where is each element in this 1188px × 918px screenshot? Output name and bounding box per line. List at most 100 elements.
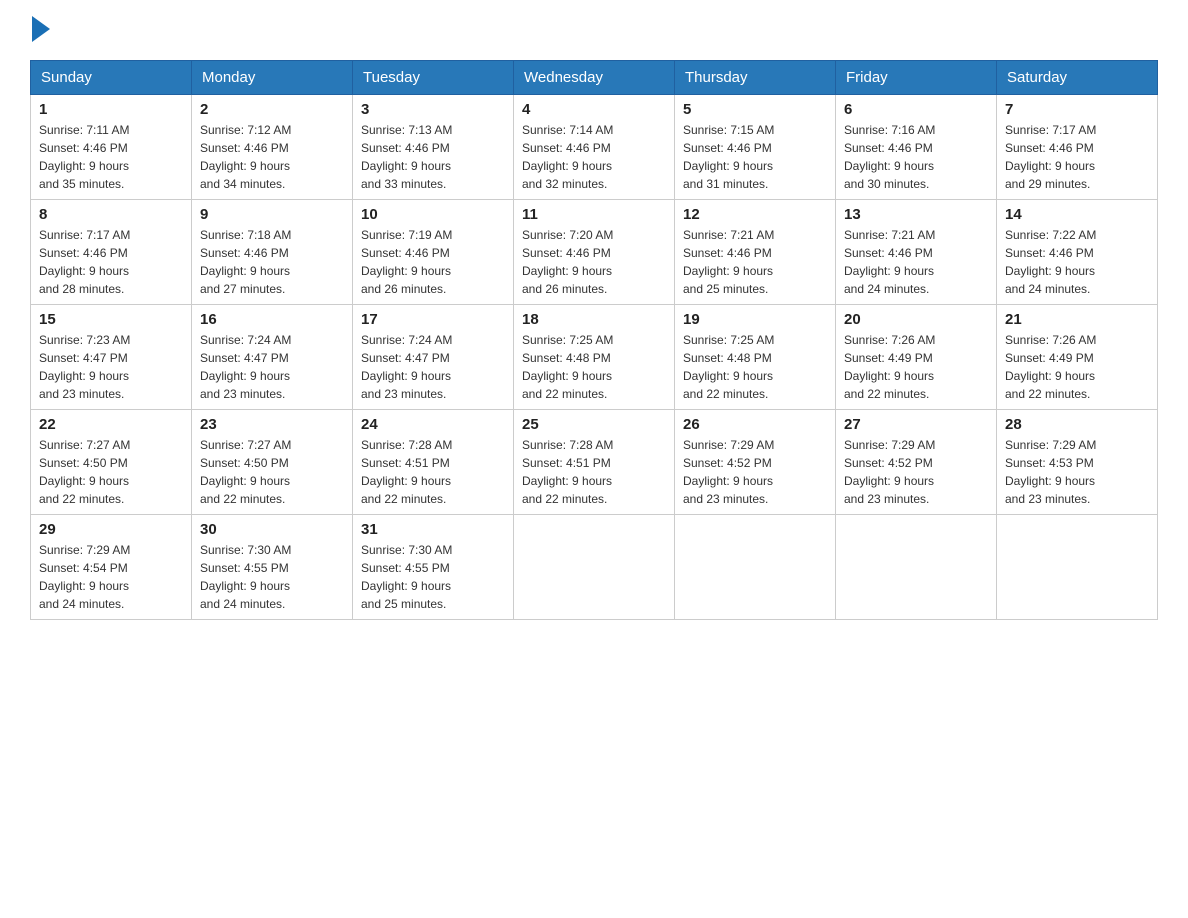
day-info: Sunrise: 7:27 AMSunset: 4:50 PMDaylight:… bbox=[200, 438, 291, 506]
calendar-cell: 30 Sunrise: 7:30 AMSunset: 4:55 PMDaylig… bbox=[192, 515, 353, 620]
calendar-cell: 15 Sunrise: 7:23 AMSunset: 4:47 PMDaylig… bbox=[31, 305, 192, 410]
day-info: Sunrise: 7:17 AMSunset: 4:46 PMDaylight:… bbox=[39, 228, 130, 296]
calendar-week-row: 8 Sunrise: 7:17 AMSunset: 4:46 PMDayligh… bbox=[31, 200, 1158, 305]
day-info: Sunrise: 7:12 AMSunset: 4:46 PMDaylight:… bbox=[200, 123, 291, 191]
day-info: Sunrise: 7:26 AMSunset: 4:49 PMDaylight:… bbox=[844, 333, 935, 401]
calendar-cell: 7 Sunrise: 7:17 AMSunset: 4:46 PMDayligh… bbox=[997, 95, 1158, 200]
calendar-cell: 24 Sunrise: 7:28 AMSunset: 4:51 PMDaylig… bbox=[353, 410, 514, 515]
calendar-cell: 28 Sunrise: 7:29 AMSunset: 4:53 PMDaylig… bbox=[997, 410, 1158, 515]
day-info: Sunrise: 7:30 AMSunset: 4:55 PMDaylight:… bbox=[361, 543, 452, 611]
weekday-header-saturday: Saturday bbox=[997, 61, 1158, 95]
day-number: 27 bbox=[844, 416, 988, 433]
weekday-header-thursday: Thursday bbox=[675, 61, 836, 95]
day-info: Sunrise: 7:16 AMSunset: 4:46 PMDaylight:… bbox=[844, 123, 935, 191]
calendar-cell bbox=[675, 515, 836, 620]
weekday-header-row: SundayMondayTuesdayWednesdayThursdayFrid… bbox=[31, 61, 1158, 95]
day-info: Sunrise: 7:24 AMSunset: 4:47 PMDaylight:… bbox=[200, 333, 291, 401]
calendar-cell: 10 Sunrise: 7:19 AMSunset: 4:46 PMDaylig… bbox=[353, 200, 514, 305]
weekday-header-friday: Friday bbox=[836, 61, 997, 95]
day-number: 4 bbox=[522, 101, 666, 118]
weekday-header-monday: Monday bbox=[192, 61, 353, 95]
day-number: 31 bbox=[361, 521, 505, 538]
calendar-cell: 31 Sunrise: 7:30 AMSunset: 4:55 PMDaylig… bbox=[353, 515, 514, 620]
day-info: Sunrise: 7:21 AMSunset: 4:46 PMDaylight:… bbox=[844, 228, 935, 296]
day-info: Sunrise: 7:29 AMSunset: 4:53 PMDaylight:… bbox=[1005, 438, 1096, 506]
calendar-cell: 16 Sunrise: 7:24 AMSunset: 4:47 PMDaylig… bbox=[192, 305, 353, 410]
calendar-cell bbox=[514, 515, 675, 620]
weekday-header-sunday: Sunday bbox=[31, 61, 192, 95]
calendar-cell: 9 Sunrise: 7:18 AMSunset: 4:46 PMDayligh… bbox=[192, 200, 353, 305]
day-info: Sunrise: 7:25 AMSunset: 4:48 PMDaylight:… bbox=[522, 333, 613, 401]
calendar-cell: 23 Sunrise: 7:27 AMSunset: 4:50 PMDaylig… bbox=[192, 410, 353, 515]
calendar-cell: 17 Sunrise: 7:24 AMSunset: 4:47 PMDaylig… bbox=[353, 305, 514, 410]
calendar-cell: 4 Sunrise: 7:14 AMSunset: 4:46 PMDayligh… bbox=[514, 95, 675, 200]
day-number: 2 bbox=[200, 101, 344, 118]
calendar-cell: 14 Sunrise: 7:22 AMSunset: 4:46 PMDaylig… bbox=[997, 200, 1158, 305]
day-info: Sunrise: 7:26 AMSunset: 4:49 PMDaylight:… bbox=[1005, 333, 1096, 401]
day-number: 20 bbox=[844, 311, 988, 328]
calendar-cell: 2 Sunrise: 7:12 AMSunset: 4:46 PMDayligh… bbox=[192, 95, 353, 200]
day-info: Sunrise: 7:23 AMSunset: 4:47 PMDaylight:… bbox=[39, 333, 130, 401]
weekday-header-tuesday: Tuesday bbox=[353, 61, 514, 95]
day-number: 15 bbox=[39, 311, 183, 328]
calendar-cell: 3 Sunrise: 7:13 AMSunset: 4:46 PMDayligh… bbox=[353, 95, 514, 200]
day-info: Sunrise: 7:18 AMSunset: 4:46 PMDaylight:… bbox=[200, 228, 291, 296]
day-info: Sunrise: 7:13 AMSunset: 4:46 PMDaylight:… bbox=[361, 123, 452, 191]
day-info: Sunrise: 7:24 AMSunset: 4:47 PMDaylight:… bbox=[361, 333, 452, 401]
calendar-cell: 22 Sunrise: 7:27 AMSunset: 4:50 PMDaylig… bbox=[31, 410, 192, 515]
day-number: 9 bbox=[200, 206, 344, 223]
day-number: 1 bbox=[39, 101, 183, 118]
calendar-cell: 11 Sunrise: 7:20 AMSunset: 4:46 PMDaylig… bbox=[514, 200, 675, 305]
day-info: Sunrise: 7:15 AMSunset: 4:46 PMDaylight:… bbox=[683, 123, 774, 191]
calendar-cell: 19 Sunrise: 7:25 AMSunset: 4:48 PMDaylig… bbox=[675, 305, 836, 410]
day-number: 3 bbox=[361, 101, 505, 118]
calendar-cell: 12 Sunrise: 7:21 AMSunset: 4:46 PMDaylig… bbox=[675, 200, 836, 305]
weekday-header-wednesday: Wednesday bbox=[514, 61, 675, 95]
calendar-cell: 25 Sunrise: 7:28 AMSunset: 4:51 PMDaylig… bbox=[514, 410, 675, 515]
day-info: Sunrise: 7:29 AMSunset: 4:54 PMDaylight:… bbox=[39, 543, 130, 611]
calendar-week-row: 15 Sunrise: 7:23 AMSunset: 4:47 PMDaylig… bbox=[31, 305, 1158, 410]
day-info: Sunrise: 7:21 AMSunset: 4:46 PMDaylight:… bbox=[683, 228, 774, 296]
day-number: 19 bbox=[683, 311, 827, 328]
calendar-week-row: 22 Sunrise: 7:27 AMSunset: 4:50 PMDaylig… bbox=[31, 410, 1158, 515]
day-number: 23 bbox=[200, 416, 344, 433]
calendar-week-row: 1 Sunrise: 7:11 AMSunset: 4:46 PMDayligh… bbox=[31, 95, 1158, 200]
day-info: Sunrise: 7:19 AMSunset: 4:46 PMDaylight:… bbox=[361, 228, 452, 296]
day-info: Sunrise: 7:25 AMSunset: 4:48 PMDaylight:… bbox=[683, 333, 774, 401]
day-info: Sunrise: 7:17 AMSunset: 4:46 PMDaylight:… bbox=[1005, 123, 1096, 191]
calendar-cell: 13 Sunrise: 7:21 AMSunset: 4:46 PMDaylig… bbox=[836, 200, 997, 305]
calendar-cell: 21 Sunrise: 7:26 AMSunset: 4:49 PMDaylig… bbox=[997, 305, 1158, 410]
calendar-cell: 18 Sunrise: 7:25 AMSunset: 4:48 PMDaylig… bbox=[514, 305, 675, 410]
day-number: 28 bbox=[1005, 416, 1149, 433]
day-number: 5 bbox=[683, 101, 827, 118]
day-info: Sunrise: 7:11 AMSunset: 4:46 PMDaylight:… bbox=[39, 123, 130, 191]
calendar-cell: 27 Sunrise: 7:29 AMSunset: 4:52 PMDaylig… bbox=[836, 410, 997, 515]
day-info: Sunrise: 7:14 AMSunset: 4:46 PMDaylight:… bbox=[522, 123, 613, 191]
day-info: Sunrise: 7:30 AMSunset: 4:55 PMDaylight:… bbox=[200, 543, 291, 611]
calendar-cell: 5 Sunrise: 7:15 AMSunset: 4:46 PMDayligh… bbox=[675, 95, 836, 200]
day-number: 7 bbox=[1005, 101, 1149, 118]
day-number: 18 bbox=[522, 311, 666, 328]
day-info: Sunrise: 7:20 AMSunset: 4:46 PMDaylight:… bbox=[522, 228, 613, 296]
page-header bbox=[30, 20, 1158, 44]
day-number: 12 bbox=[683, 206, 827, 223]
day-number: 25 bbox=[522, 416, 666, 433]
calendar-week-row: 29 Sunrise: 7:29 AMSunset: 4:54 PMDaylig… bbox=[31, 515, 1158, 620]
calendar-cell: 29 Sunrise: 7:29 AMSunset: 4:54 PMDaylig… bbox=[31, 515, 192, 620]
day-info: Sunrise: 7:27 AMSunset: 4:50 PMDaylight:… bbox=[39, 438, 130, 506]
calendar-cell: 8 Sunrise: 7:17 AMSunset: 4:46 PMDayligh… bbox=[31, 200, 192, 305]
day-number: 11 bbox=[522, 206, 666, 223]
calendar-cell: 20 Sunrise: 7:26 AMSunset: 4:49 PMDaylig… bbox=[836, 305, 997, 410]
calendar-cell: 26 Sunrise: 7:29 AMSunset: 4:52 PMDaylig… bbox=[675, 410, 836, 515]
calendar-cell: 1 Sunrise: 7:11 AMSunset: 4:46 PMDayligh… bbox=[31, 95, 192, 200]
calendar-cell: 6 Sunrise: 7:16 AMSunset: 4:46 PMDayligh… bbox=[836, 95, 997, 200]
day-number: 6 bbox=[844, 101, 988, 118]
day-info: Sunrise: 7:28 AMSunset: 4:51 PMDaylight:… bbox=[522, 438, 613, 506]
calendar-table: SundayMondayTuesdayWednesdayThursdayFrid… bbox=[30, 60, 1158, 620]
logo-arrow-icon bbox=[32, 16, 50, 42]
day-number: 16 bbox=[200, 311, 344, 328]
day-info: Sunrise: 7:29 AMSunset: 4:52 PMDaylight:… bbox=[844, 438, 935, 506]
day-info: Sunrise: 7:22 AMSunset: 4:46 PMDaylight:… bbox=[1005, 228, 1096, 296]
calendar-cell bbox=[997, 515, 1158, 620]
day-number: 13 bbox=[844, 206, 988, 223]
